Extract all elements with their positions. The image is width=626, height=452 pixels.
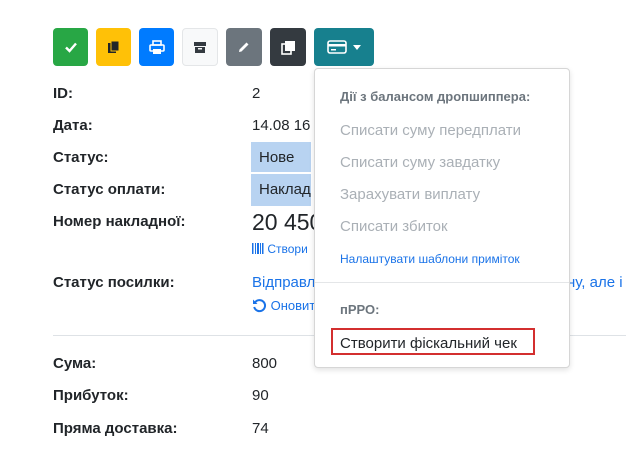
balance-menu-button[interactable] [314,28,374,66]
refresh-link[interactable]: Оновит [252,298,315,313]
profit-value: 90 [252,387,269,404]
sum-value: 800 [252,355,278,372]
dropdown-header-prro: пРРО: [340,302,380,317]
menu-item-write-off-prepayment[interactable]: Списати суму передплати [340,122,521,139]
print-button[interactable] [139,28,174,66]
package-button[interactable] [182,28,218,66]
dropdown-divider [315,282,569,283]
print-icon [148,39,165,55]
pencil-icon [237,40,251,54]
box-icon [193,41,207,54]
id-value: 2 [252,85,261,102]
date-label: Дата: [53,117,93,134]
barcode-icon [252,242,267,256]
payment-status-label: Статус оплати: [53,181,166,198]
caret-down-icon [353,44,361,50]
profit-label: Прибуток: [53,387,129,404]
parcel-status-tail[interactable]: ну, але і [567,274,623,291]
clone-icon [280,40,296,55]
date-value: 14.08 16 [252,117,311,134]
duplicate-button[interactable] [270,28,306,66]
waybill-create-link[interactable]: Створи [252,242,308,256]
waybill-create-label: Створи [267,242,308,256]
credit-card-icon [327,40,347,54]
status-value[interactable]: Нове [259,149,294,166]
status-label: Статус: [53,149,109,166]
direct-delivery-value: 74 [252,420,269,437]
id-label: ID: [53,85,73,102]
balance-dropdown-menu: Дії з балансом дропшиппера: Списати суму… [314,68,570,368]
waybill-label: Номер накладної: [53,213,186,230]
parcel-status-link[interactable]: Відправл [252,274,315,291]
copy-icon [107,40,121,54]
payment-status-value[interactable]: Наклад [259,181,311,198]
confirm-button[interactable] [53,28,88,66]
parcel-status-label: Статус посилки: [53,274,175,291]
menu-item-write-off-deposit[interactable]: Списати суму завдатку [340,154,500,171]
check-icon [64,40,78,54]
copy-button[interactable] [96,28,131,66]
dropdown-header-balance: Дії з балансом дропшиппера: [340,89,531,104]
direct-delivery-label: Пряма доставка: [53,420,178,437]
menu-item-write-off-loss[interactable]: Списати збиток [340,218,448,235]
menu-item-configure-templates[interactable]: Налаштувати шаблони приміток [340,252,520,266]
menu-item-credit-payout[interactable]: Зарахувати виплату [340,186,480,203]
edit-button[interactable] [226,28,262,66]
menu-item-create-fiscal-receipt[interactable]: Створити фіскальний чек [340,335,517,352]
refresh-label: Оновит [270,298,316,313]
sum-label: Сума: [53,355,97,372]
waybill-value: 20 450 [252,209,323,235]
refresh-icon [252,298,271,313]
